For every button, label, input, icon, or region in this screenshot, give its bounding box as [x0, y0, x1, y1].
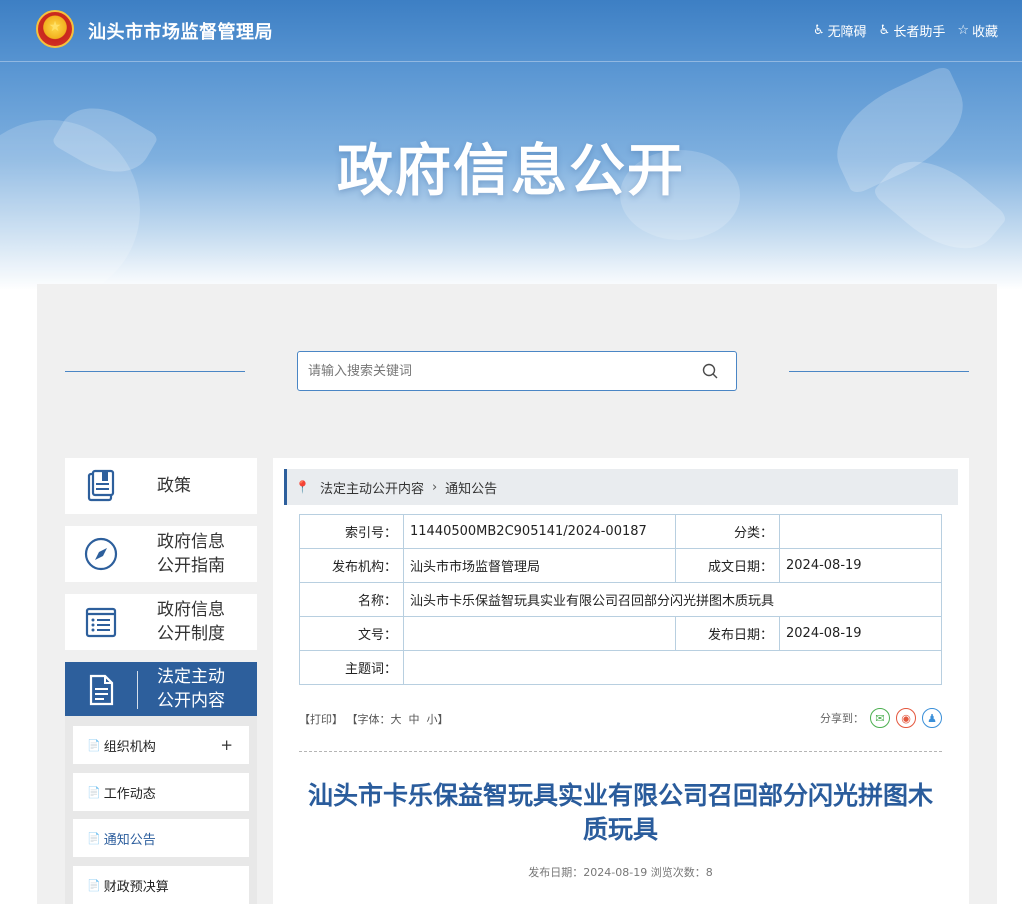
sidebar-item-guide[interactable]: 政府信息 公开指南 [65, 526, 257, 582]
elder-assist-link[interactable]: ♿ 长者助手 [879, 21, 946, 40]
search-divider-right [789, 371, 969, 372]
subnav-item-budget[interactable]: 📄 财政预决算 [73, 866, 249, 904]
print-button[interactable]: 【打印】 [299, 713, 343, 726]
document-icon: 📄 [87, 878, 101, 892]
star-icon: ☆ [957, 23, 969, 38]
sidebar-item-mandatory-disclosure[interactable]: 法定主动 公开内容 [65, 662, 257, 716]
search-divider-left [65, 371, 245, 372]
doc-number-label: 文号： [299, 616, 404, 651]
top-bar: 汕头市市场监督管理局 ♿ 无障碍 ♿ 长者助手 ☆ 收藏 [0, 0, 1022, 62]
document-icon: 📄 [87, 831, 101, 845]
table-row: 文号： 发布日期： 2024-08-19 [299, 616, 942, 651]
name-label: 名称： [299, 582, 404, 617]
wechat-share-icon[interactable]: ✉ [870, 708, 890, 728]
sidebar-item-label: 政府信息 公开指南 [157, 532, 225, 576]
publisher-value: 汕头市市场监督管理局 [403, 548, 676, 583]
divider [137, 671, 138, 709]
national-emblem-icon [36, 10, 74, 48]
list-icon [85, 607, 117, 638]
accessibility-link[interactable]: ♿ 无障碍 [813, 21, 867, 40]
font-size-prefix: 【字体： [346, 713, 391, 726]
sidebar-item-label: 政府信息 公开制度 [157, 600, 225, 644]
chevron-right-icon: › [431, 479, 438, 495]
sidebar-item-label: 政策 [157, 476, 191, 496]
subnav-item-organization[interactable]: 📄 组织机构 + [73, 726, 249, 764]
subnav-item-work-news[interactable]: 📄 工作动态 [73, 773, 249, 811]
breadcrumb-parent[interactable]: 法定主动公开内容 [320, 478, 424, 497]
breadcrumb: 📍 法定主动公开内容 › 通知公告 [284, 469, 958, 505]
site-title[interactable]: 汕头市市场监督管理局 [88, 18, 273, 44]
elder-assist-icon: ♿ [878, 23, 891, 38]
weibo-share-icon[interactable]: ◉ [896, 708, 916, 728]
location-pin-icon: 📍 [295, 480, 310, 494]
document-icon: 📄 [87, 738, 101, 752]
document-icon [89, 674, 114, 706]
created-date-value: 2024-08-19 [779, 548, 942, 583]
sidebar-item-label: 法定主动 公开内容 [157, 667, 225, 711]
subject-label: 主题词： [299, 650, 404, 685]
article-meta: 发布日期：2024-08-19 浏览次数：8 [528, 866, 713, 879]
subnav-label: 通知公告 [103, 832, 156, 848]
subnav-label: 工作动态 [103, 786, 156, 802]
article-title: 汕头市卡乐保益智玩具实业有限公司召回部分闪光拼图木质玩具 [307, 781, 933, 844]
table-row: 发布机构： 汕头市市场监督管理局 成文日期： 2024-08-19 [299, 548, 942, 583]
table-row: 名称： 汕头市卡乐保益智玩具实业有限公司召回部分闪光拼图木质玩具 [299, 582, 942, 617]
breadcrumb-current[interactable]: 通知公告 [445, 478, 497, 497]
index-value: 11440500MB2C905141/2024-00187 [403, 514, 676, 549]
subnav-label: 组织机构 [103, 739, 156, 755]
search-icon[interactable] [702, 363, 718, 379]
table-row: 主题词： [299, 650, 942, 685]
search-input[interactable] [308, 360, 688, 382]
sidebar-item-system[interactable]: 政府信息 公开制度 [65, 594, 257, 650]
share-bar: 分享到： ✉ ◉ ♟ [820, 708, 942, 728]
accessibility-icon: ♿ [812, 23, 825, 38]
document-icon: 📄 [87, 785, 101, 799]
book-icon [87, 469, 115, 502]
doc-number-value [403, 616, 676, 651]
category-value [779, 514, 942, 549]
elder-assist-label: 长者助手 [893, 25, 946, 40]
qq-share-icon[interactable]: ♟ [922, 708, 942, 728]
index-label: 索引号： [299, 514, 404, 549]
favorite-link[interactable]: ☆ 收藏 [957, 21, 998, 40]
favorite-label: 收藏 [971, 25, 998, 40]
subnav-label: 财政预决算 [103, 879, 169, 895]
font-size-suffix: 】 [437, 713, 449, 726]
search-box [297, 351, 737, 391]
subnav-item-notices[interactable]: 📄 通知公告 [73, 819, 249, 857]
share-label: 分享到： [820, 712, 864, 725]
category-label: 分类： [675, 514, 780, 549]
publish-date-value: 2024-08-19 [779, 616, 942, 651]
created-date-label: 成文日期： [675, 548, 780, 583]
header-banner: 汕头市市场监督管理局 ♿ 无障碍 ♿ 长者助手 ☆ 收藏 政府信息公开 [0, 0, 1022, 290]
banner-title: 政府信息公开 [337, 139, 685, 204]
font-small-button[interactable]: 小 [427, 713, 438, 726]
name-value: 汕头市卡乐保益智玩具实业有限公司召回部分闪光拼图木质玩具 [403, 582, 942, 617]
document-meta-table: 索引号： 11440500MB2C905141/2024-00187 分类： 发… [299, 514, 942, 685]
font-large-button[interactable]: 大 [391, 713, 402, 726]
expand-icon[interactable]: + [220, 736, 233, 754]
table-row: 索引号： 11440500MB2C905141/2024-00187 分类： [299, 514, 942, 549]
publisher-label: 发布机构： [299, 548, 404, 583]
divider [299, 751, 942, 752]
publish-date-label: 发布日期： [675, 616, 780, 651]
compass-icon [84, 537, 118, 571]
article-options: 【打印】 【字体：大 中 小】 [299, 711, 449, 727]
subject-value [403, 650, 942, 685]
font-medium-button[interactable]: 中 [409, 713, 420, 726]
accessibility-label: 无障碍 [827, 25, 867, 40]
header-tools: ♿ 无障碍 ♿ 长者助手 ☆ 收藏 [813, 21, 998, 40]
sidebar-item-policy[interactable]: 政策 [65, 458, 257, 514]
